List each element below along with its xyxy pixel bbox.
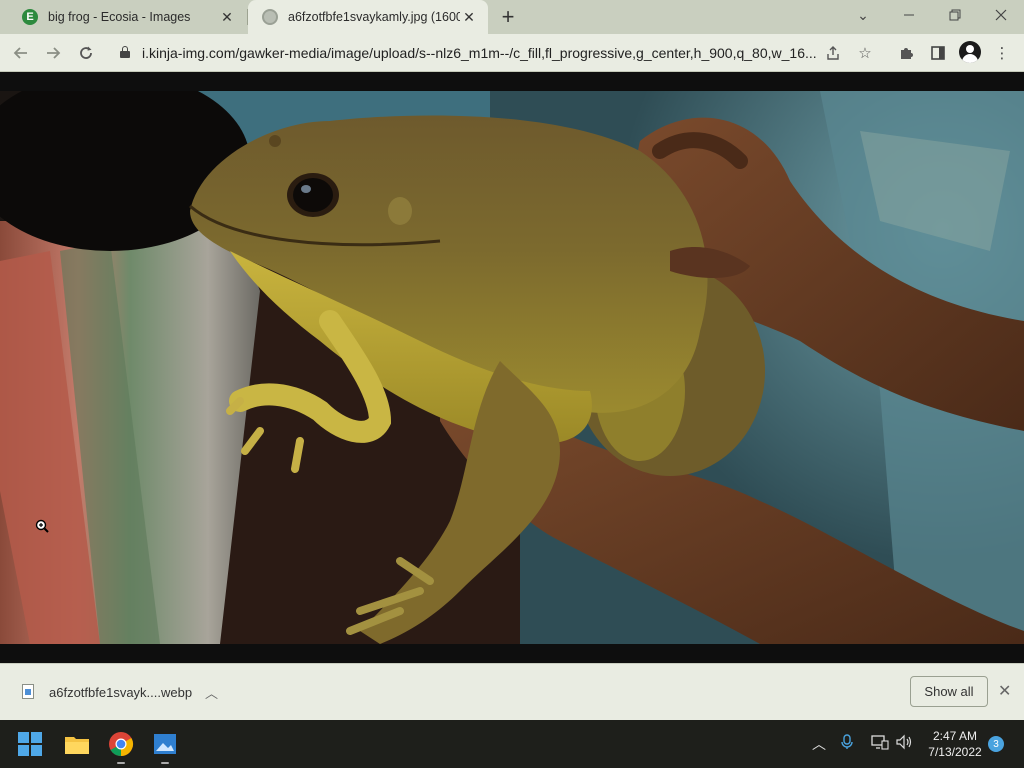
clock-date: 7/13/2022 xyxy=(928,745,982,759)
windows-logo-icon xyxy=(18,732,42,756)
network-icon[interactable] xyxy=(871,734,889,753)
share-icon[interactable] xyxy=(822,42,844,64)
side-panel-icon[interactable] xyxy=(927,42,949,64)
reload-icon xyxy=(80,46,92,59)
bookmark-star-icon[interactable]: ☆ xyxy=(854,42,876,64)
browser-toolbar: i.kinja-img.com/gawker-media/image/uploa… xyxy=(0,34,1024,72)
lock-icon[interactable] xyxy=(120,46,130,58)
windows-taskbar: ︿ 2:47 AM 7/13/2022 3 xyxy=(0,720,1024,768)
chrome-running-indicator xyxy=(117,762,125,764)
start-button[interactable] xyxy=(14,728,46,760)
tab-image-file[interactable]: a6fzotfbfe1svaykamly.jpg (1600× ✕ xyxy=(248,0,488,34)
tab-ecosia-images[interactable]: E big frog - Ecosia - Images ✕ xyxy=(8,0,246,34)
notification-badge[interactable]: 3 xyxy=(988,736,1004,752)
extensions-puzzle-icon[interactable] xyxy=(895,42,917,64)
ecosia-favicon-icon: E xyxy=(22,9,38,25)
arrow-left-icon xyxy=(13,47,27,59)
close-download-bar-icon[interactable]: ✕ xyxy=(998,681,1011,701)
forward-button[interactable] xyxy=(40,40,66,66)
minimize-button[interactable] xyxy=(886,0,932,30)
close-icon xyxy=(995,9,1007,21)
close-tab-icon[interactable]: ✕ xyxy=(460,8,478,26)
volume-icon[interactable] xyxy=(896,734,914,753)
restore-button[interactable] xyxy=(932,0,978,30)
tab-strip: E big frog - Ecosia - Images ✕ a6fzotfbf… xyxy=(0,0,1024,34)
url-text[interactable]: i.kinja-img.com/gawker-media/image/uploa… xyxy=(142,45,822,61)
download-bar: a6fzotfbfe1svayk....webp ︿ Show all ✕ xyxy=(0,663,1024,720)
photos-running-indicator xyxy=(161,762,169,764)
photos-icon xyxy=(154,734,176,754)
tab-title: big frog - Ecosia - Images xyxy=(48,10,191,24)
new-tab-button[interactable]: + xyxy=(496,4,520,29)
minimize-icon xyxy=(904,14,914,16)
microphone-icon[interactable] xyxy=(841,734,853,753)
photos-button[interactable] xyxy=(149,728,181,760)
tab-search-chevron-icon[interactable]: ⌄ xyxy=(840,0,886,30)
chrome-button[interactable] xyxy=(105,728,137,760)
close-window-button[interactable] xyxy=(978,0,1024,30)
zoom-in-cursor-icon xyxy=(35,519,49,533)
reload-button[interactable] xyxy=(73,40,99,66)
globe-favicon-icon xyxy=(262,9,278,25)
chrome-icon xyxy=(109,732,134,756)
clock-time: 2:47 AM xyxy=(932,729,978,743)
download-options-chevron-icon[interactable]: ︿ xyxy=(205,683,218,702)
address-bar[interactable]: i.kinja-img.com/gawker-media/image/uploa… xyxy=(110,38,886,68)
folder-icon xyxy=(65,737,89,754)
image-viewer xyxy=(0,72,1024,663)
arrow-right-icon xyxy=(47,47,61,59)
download-item-name[interactable]: a6fzotfbfe1svayk....webp xyxy=(49,685,192,700)
close-tab-icon[interactable]: ✕ xyxy=(218,8,236,26)
restore-icon xyxy=(949,9,961,21)
system-clock[interactable]: 2:47 AM 7/13/2022 xyxy=(922,728,988,760)
show-all-button[interactable]: Show all xyxy=(910,676,988,707)
image-file-icon xyxy=(22,684,34,699)
back-button[interactable] xyxy=(8,40,34,66)
frog-photo[interactable] xyxy=(0,91,1024,644)
more-menu-icon[interactable]: ⋮ xyxy=(991,42,1013,64)
file-explorer-button[interactable] xyxy=(61,728,93,760)
profile-avatar-icon[interactable] xyxy=(959,41,981,63)
show-hidden-icons-chevron-icon[interactable]: ︿ xyxy=(812,734,826,754)
tab-title: a6fzotfbfe1svaykamly.jpg (1600× xyxy=(288,10,460,24)
